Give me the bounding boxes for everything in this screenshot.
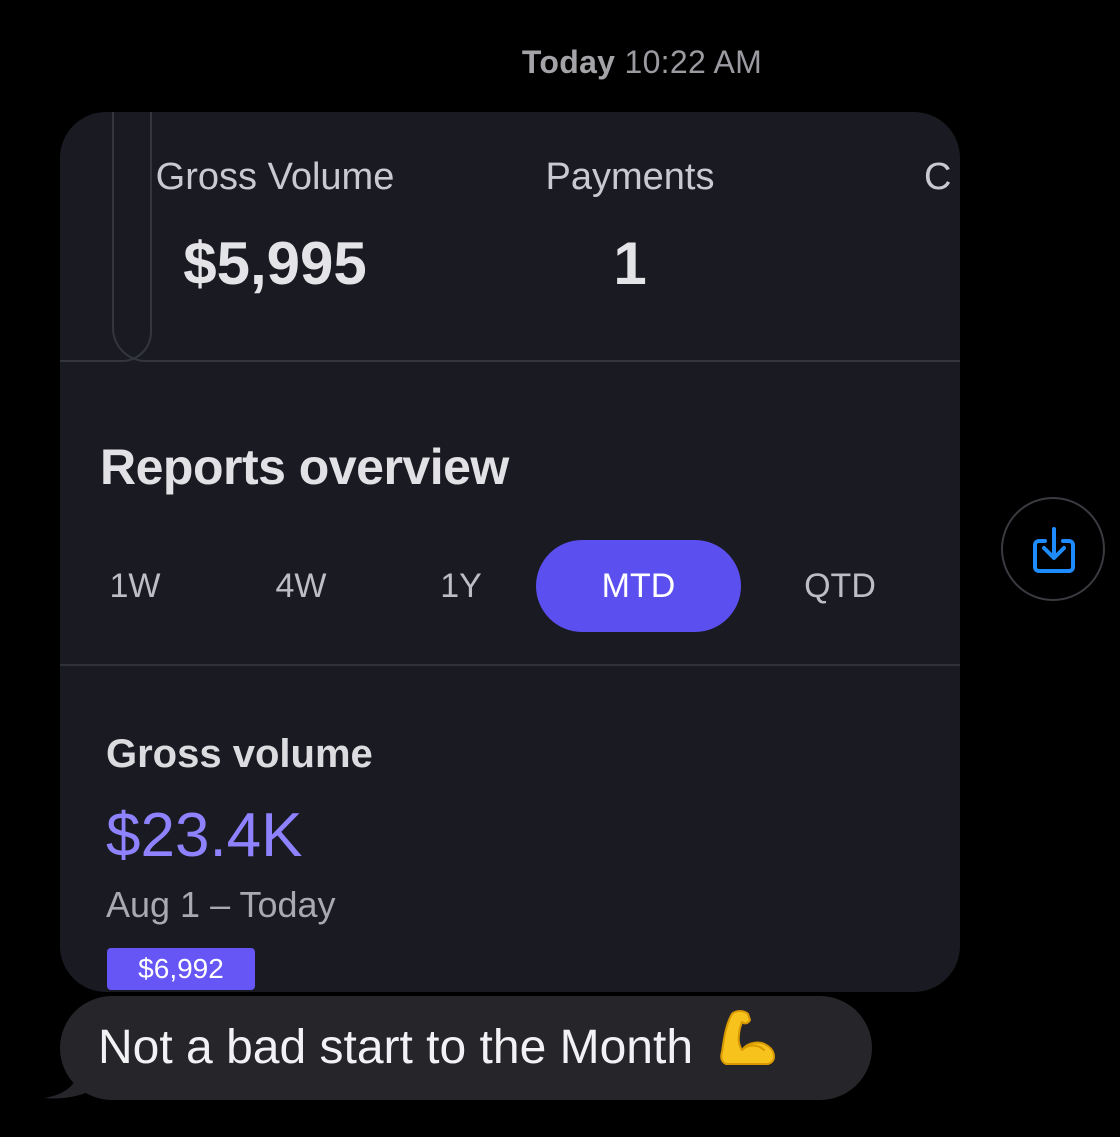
stat-truncated: C	[924, 156, 960, 199]
gross-volume-label: Gross volume	[106, 732, 373, 776]
gross-volume-value: $23.4K	[106, 801, 303, 870]
divider	[60, 664, 960, 666]
reports-overview-title: Reports overview	[100, 439, 509, 495]
tab-1y: 1Y	[440, 567, 482, 605]
stat-label: C	[924, 156, 952, 198]
stat-gross-volume: Gross Volume $5,995	[140, 156, 410, 298]
save-image-button[interactable]	[1001, 497, 1105, 601]
gross-volume-date-range: Aug 1 – Today	[106, 884, 336, 925]
timestamp-time: 10:22 AM	[624, 44, 763, 80]
gross-volume-badge: $6,992	[107, 948, 255, 990]
range-tabs: 1W 4W 1Y MTD QTD	[60, 540, 960, 632]
stat-value: 1	[613, 230, 647, 297]
stat-label: Payments	[545, 156, 715, 198]
message-bubble[interactable]: Not a bad start to the Month	[60, 996, 872, 1100]
stat-payments: Payments 1	[530, 156, 730, 298]
tab-mtd: MTD	[536, 540, 741, 632]
tab-4w: 4W	[275, 567, 327, 605]
message-text: Not a bad start to the Month	[98, 1021, 694, 1074]
stat-label: Gross Volume	[155, 156, 395, 198]
timestamp-day: Today	[521, 44, 616, 80]
stat-value: $5,995	[183, 230, 367, 297]
message-timestamp: Today 10:22 AM	[0, 44, 1120, 81]
flexed-biceps-icon	[718, 998, 780, 1102]
save-download-icon	[1033, 527, 1075, 573]
tab-qtd: QTD	[804, 567, 876, 605]
tab-1w: 1W	[109, 567, 161, 605]
screenshot-image-bubble[interactable]: Gross Volume $5,995 Payments 1 C Reports…	[60, 112, 960, 992]
message-text-row: Not a bad start to the Month	[98, 996, 780, 1102]
